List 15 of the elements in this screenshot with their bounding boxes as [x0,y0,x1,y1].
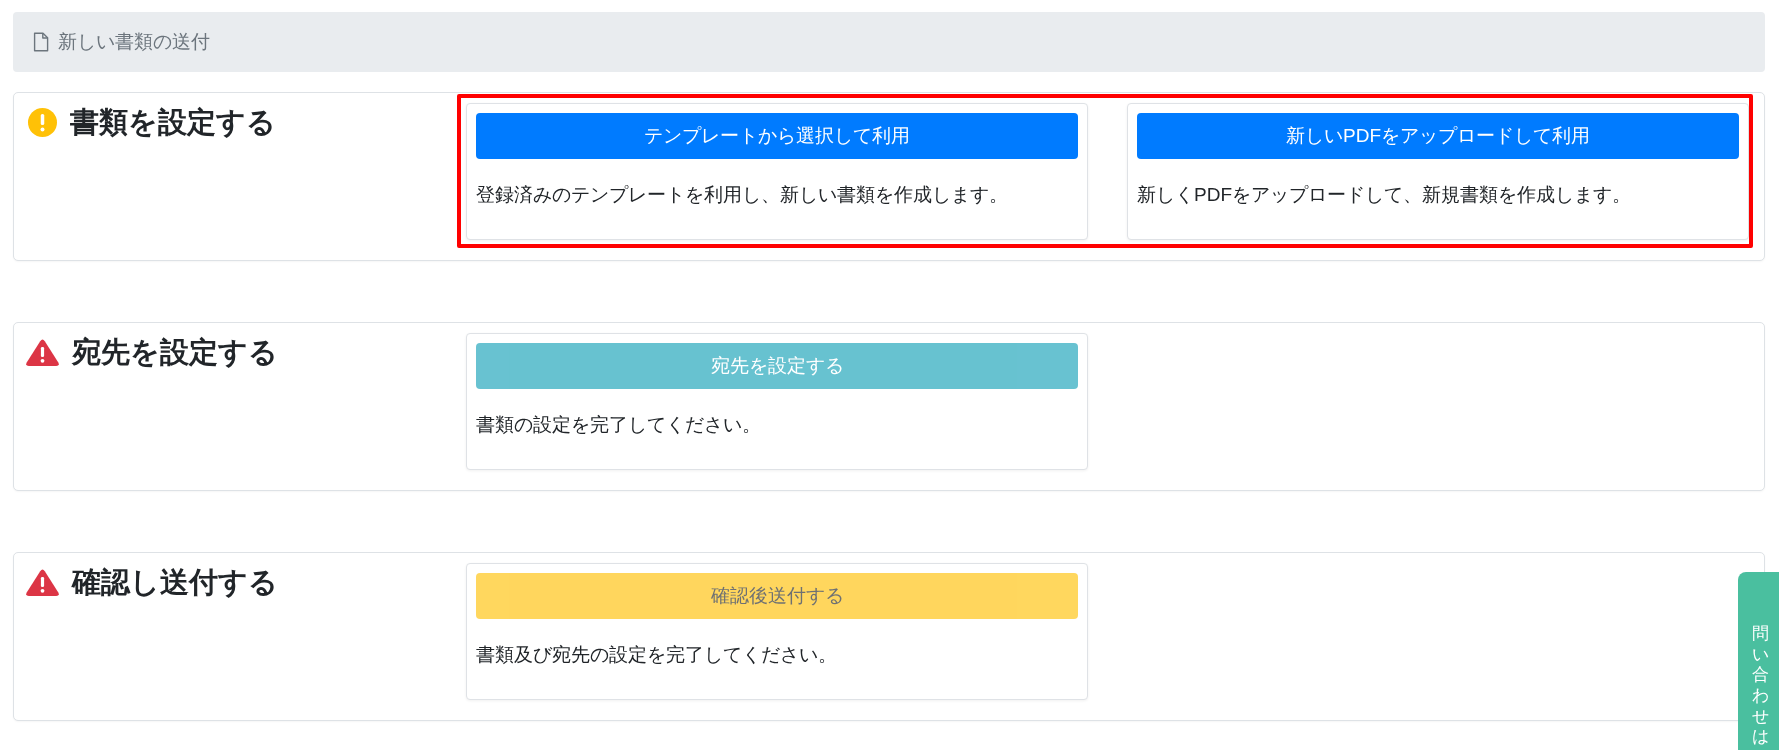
exclamation-circle-icon [28,107,57,137]
document-icon [33,32,49,52]
option-description: 書類及び宛先の設定を完了してください。 [476,643,838,667]
section-title: 宛先を設定する [72,335,278,370]
contact-tab[interactable]: 問い合わせは [1738,572,1779,750]
exclamation-triangle-icon [26,338,59,366]
exclamation-triangle-icon [26,568,59,596]
section-title: 書類を設定する [70,105,276,140]
option-button[interactable]: テンプレートから選択して利用 [476,113,1078,159]
option-description: 登録済みのテンプレートを利用し、新しい書類を作成します。 [476,183,1009,207]
option-button[interactable]: 新しいPDFをアップロードして利用 [1137,113,1739,159]
breadcrumb-text: 新しい書類の送付 [58,29,210,54]
section-title: 確認し送付する [72,565,278,600]
option-description: 新しくPDFをアップロードして、新規書類を作成します。 [1137,183,1632,207]
option-description: 書類の設定を完了してください。 [476,413,762,437]
